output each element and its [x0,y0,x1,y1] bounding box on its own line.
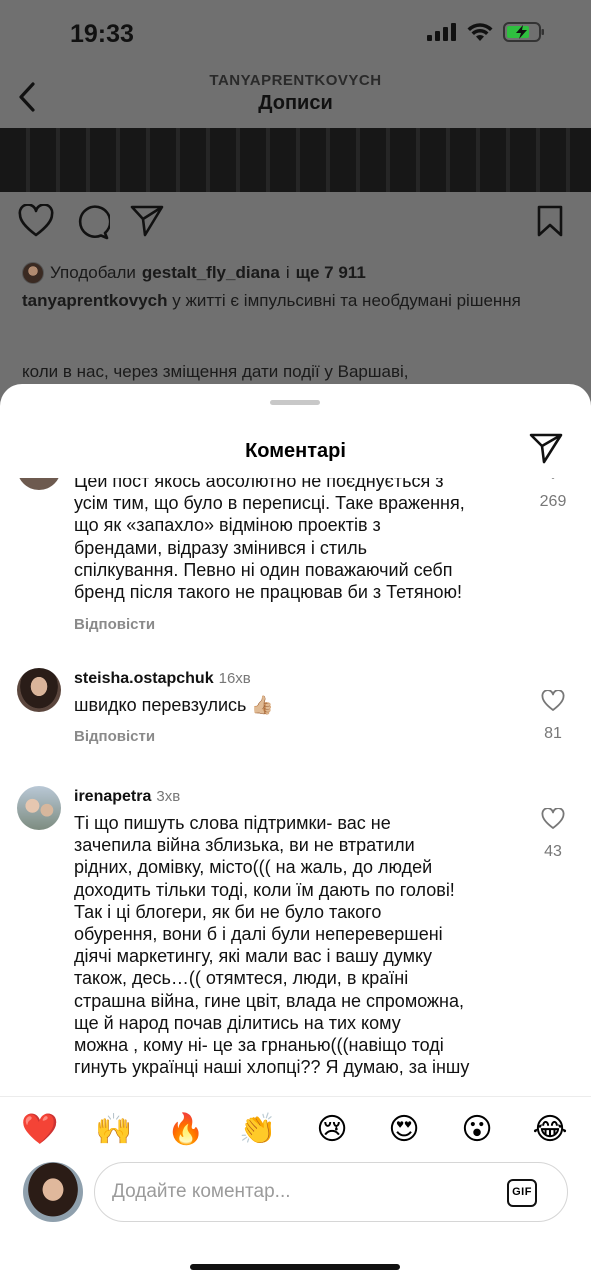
status-icons [427,22,545,42]
commenter-avatar[interactable] [17,668,61,712]
comment-composer: Додайте коментар... GIF [0,1160,591,1226]
comment-author[interactable]: steisha.ostapchuk 16хв [74,670,251,688]
comment-line: спілкування. Певно ні один поважаючий се… [74,559,453,580]
likes-joiner: і [285,263,290,282]
comment-line: ще й народ почав ділитись на тих кому [74,1012,401,1033]
commenter-avatar[interactable] [17,478,61,490]
emoji-fire[interactable]: 🔥 [166,1113,206,1147]
comment-line: обурення, вони б і далі були непереверше… [74,924,443,945]
likes-prefix: Уподобали [50,263,136,282]
comment-author[interactable]: irenapetra 3хв [74,788,180,806]
commenter-avatar[interactable] [17,786,61,830]
status-bar: 19:33 [0,0,591,70]
heart-icon[interactable] [18,204,54,238]
comment-time: 3хв [156,788,181,805]
caption-continuation: коли в нас, через зміщення дати події у … [22,362,409,381]
share-icon[interactable] [529,432,563,464]
emoji-raised-hands[interactable]: 🙌 [94,1113,134,1147]
bookmark-icon[interactable] [536,204,564,238]
emoji-surprised[interactable]: 😮 [457,1113,497,1147]
comment-icon[interactable] [74,204,110,240]
post-author-username[interactable]: TANYAPRENTKOVYCH [0,72,591,89]
comment-line: бренд після такого не працював би з Тетя… [74,582,463,603]
comment-text: Цей пост якось абсолютно не поєднується … [74,478,520,603]
comment-line: Цей пост якось абсолютно не поєднується … [74,478,444,491]
heart-outline-icon[interactable] [541,689,565,712]
comments-list[interactable]: Цей пост якось абсолютно не поєднується … [0,478,591,1082]
comments-sheet: Коментарі Цей пост якось абсолютно не по… [0,384,591,1280]
liker-avatar [22,262,44,284]
sheet-grabber[interactable] [270,400,320,405]
comment-line: гинуть українці наші хлопці?? Я думаю, з… [74,1057,470,1078]
comment-text: швидко перевзулись 👍🏼 [74,695,274,715]
page-title: Дописи [258,92,333,114]
emoji-clapping[interactable]: 👏 [238,1113,278,1147]
comment-line: брендами, відразу змінився і стиль [74,537,368,558]
current-user-avatar [23,1162,83,1222]
caption-username[interactable]: tanyaprentkovych [22,291,168,310]
comment-text: Ті що пишуть слова підтримки- вас не зач… [74,812,520,1078]
likes-count[interactable]: ще 7 911 [296,263,366,283]
comment-line: можна , кому ні- це за грнанью(((навіщо … [74,1035,444,1056]
emoji-reaction-bar: ❤️ 🙌 🔥 👏 😢 😍 😮 😂 [0,1096,591,1147]
post-header: TANYAPRENTKOVYCH Дописи [0,70,591,128]
heart-outline-icon[interactable] [541,807,565,830]
wifi-icon [467,22,493,41]
post-image[interactable] [0,128,591,192]
comment-line: усім тим, що було в переписці. Таке враж… [74,493,465,514]
comment-line: доходить тільки тоді, коли їм дають по г… [74,879,455,900]
comment-line: Ті що пишуть слова підтримки- вас не [74,813,391,833]
comment-line: діячі маркетингу, які мали вас і вашу ду… [74,946,433,967]
comment-line: також, десь…(( отямтеся, люди, в країні [74,968,409,989]
comment-like[interactable]: 269 [535,478,571,511]
heart-outline-icon[interactable] [541,478,565,480]
liker-username[interactable]: gestalt_fly_diana [142,263,280,283]
comment-line: зачепила війна зблизька, ви не втратили [74,835,415,856]
sheet-title: Коментарі [245,440,346,462]
comment-username[interactable]: irenapetra [74,788,151,805]
like-count: 269 [539,493,567,510]
comment-like[interactable]: 43 [535,807,571,861]
share-icon[interactable] [130,204,164,238]
emoji-heart-eyes[interactable]: 😍 [384,1113,424,1147]
like-count: 43 [544,843,562,860]
comment-input-placeholder[interactable]: Додайте коментар... [112,1181,291,1203]
reply-button[interactable]: Відповісти [74,616,155,633]
emoji-tears-of-joy[interactable]: 😂 [530,1113,570,1147]
like-count: 81 [544,725,562,742]
comment-time: 16хв [218,670,251,687]
comment-line: Так і ці блогери, як би не було такого [74,901,382,922]
battery-charging-icon [503,22,544,42]
comment-line: рідних, домівку, місто((( на жаль, до лю… [74,857,433,878]
comment-username[interactable]: steisha.ostapchuk [74,670,214,687]
likes-summary[interactable]: Уподобали gestalt_fly_diana і ще 7 911 [22,262,571,284]
reply-button[interactable]: Відповісти [74,728,155,745]
signal-icon [427,23,456,41]
emoji-heart[interactable]: ❤️ [20,1113,60,1147]
comment-line: страшна війна, гине цвіт, влада не спром… [74,990,464,1011]
gif-icon[interactable]: GIF [507,1179,537,1207]
comment-line: що як «запахло» відміною проектів з [74,515,381,536]
emoji-crying[interactable]: 😢 [312,1113,352,1147]
post-caption: tanyaprentkovych у житті є імпульсивні т… [22,290,561,312]
home-indicator[interactable] [190,1264,400,1270]
comment-input[interactable]: Додайте коментар... GIF [94,1162,568,1222]
caption-text: у житті є імпульсивні та необдумані ріше… [172,291,521,310]
status-time: 19:33 [70,20,134,48]
comment-like[interactable]: 81 [535,689,571,743]
post-actions [0,204,591,248]
